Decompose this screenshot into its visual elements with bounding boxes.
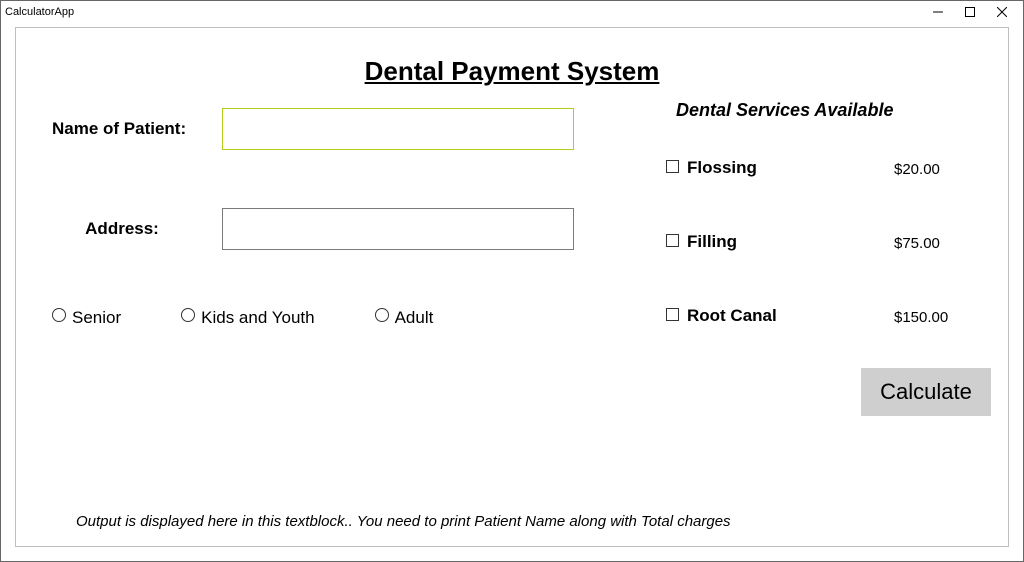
- service-filling[interactable]: Filling: [666, 232, 737, 252]
- price-root-canal: $150.00: [894, 309, 948, 326]
- checkbox-icon: [666, 234, 679, 247]
- close-icon[interactable]: [995, 5, 1009, 19]
- patient-name-input[interactable]: [222, 108, 574, 150]
- label-address: Address:: [52, 219, 222, 239]
- content-area: Dental Payment System Name of Patient: A…: [15, 27, 1009, 547]
- radio-icon: [52, 308, 66, 322]
- services-header: Dental Services Available: [676, 100, 893, 121]
- radio-label-senior: Senior: [72, 308, 121, 328]
- service-label-filling: Filling: [687, 232, 737, 252]
- radio-icon: [181, 308, 195, 322]
- window-title: CalculatorApp: [5, 6, 74, 18]
- radio-icon: [375, 308, 389, 322]
- service-label-root-canal: Root Canal: [687, 306, 777, 326]
- row-address: Address:: [52, 208, 574, 250]
- price-flossing: $20.00: [894, 161, 940, 178]
- checkbox-icon: [666, 160, 679, 173]
- output-textblock: Output is displayed here in this textblo…: [76, 513, 948, 530]
- radio-kids-youth[interactable]: Kids and Youth: [181, 308, 314, 328]
- label-patient-name: Name of Patient:: [52, 119, 222, 139]
- page-title: Dental Payment System: [16, 56, 1008, 87]
- row-patient-name: Name of Patient:: [52, 108, 574, 150]
- service-label-flossing: Flossing: [687, 158, 757, 178]
- radio-adult[interactable]: Adult: [375, 308, 434, 328]
- calculate-button[interactable]: Calculate: [861, 368, 991, 416]
- price-filling: $75.00: [894, 235, 940, 252]
- minimize-icon[interactable]: [931, 5, 945, 19]
- address-input[interactable]: [222, 208, 574, 250]
- radio-label-adult: Adult: [395, 308, 434, 328]
- service-flossing[interactable]: Flossing: [666, 158, 757, 178]
- checkbox-icon: [666, 308, 679, 321]
- service-root-canal[interactable]: Root Canal: [666, 306, 777, 326]
- window-controls: [931, 5, 1019, 19]
- radio-label-kids: Kids and Youth: [201, 308, 314, 328]
- maximize-icon[interactable]: [963, 5, 977, 19]
- titlebar: CalculatorApp: [1, 1, 1023, 23]
- radio-senior[interactable]: Senior: [52, 308, 121, 328]
- patient-type-radios: Senior Kids and Youth Adult: [52, 308, 433, 328]
